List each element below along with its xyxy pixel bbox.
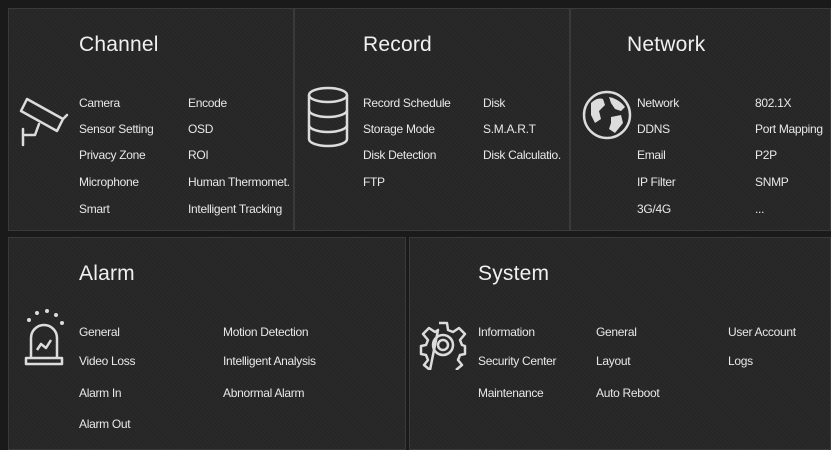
system-item-layout[interactable]: Layout <box>596 354 631 368</box>
database-icon <box>305 85 351 151</box>
alarm-item-video-loss[interactable]: Video Loss <box>79 354 135 368</box>
alarm-item-general[interactable]: General <box>79 325 120 339</box>
system-panel: System Information General User Account … <box>409 237 831 450</box>
record-item-disk[interactable]: Disk <box>483 96 505 110</box>
system-item-user-account[interactable]: User Account <box>728 325 796 339</box>
network-item-8021x[interactable]: 802.1X <box>755 96 792 110</box>
record-item-ftp[interactable]: FTP <box>363 175 385 189</box>
system-item-information[interactable]: Information <box>478 325 535 339</box>
record-panel: Record Record Schedule Disk Storage Mode… <box>294 8 570 231</box>
record-title: Record <box>363 33 432 56</box>
camera-icon <box>17 89 77 149</box>
network-item-port-mapping[interactable]: Port Mapping <box>755 122 823 136</box>
channel-item-sensor-setting[interactable]: Sensor Setting <box>79 122 154 136</box>
network-item-ddns[interactable]: DDNS <box>637 122 670 136</box>
record-item-storage-mode[interactable]: Storage Mode <box>363 122 435 136</box>
globe-icon <box>581 89 633 141</box>
network-item-more[interactable]: ... <box>755 202 764 216</box>
network-item-network[interactable]: Network <box>637 96 679 110</box>
channel-item-privacy-zone[interactable]: Privacy Zone <box>79 148 146 162</box>
channel-item-human-thermometry[interactable]: Human Thermomet. <box>188 175 290 189</box>
record-item-smart[interactable]: S.M.A.R.T <box>483 122 536 136</box>
record-item-disk-detection[interactable]: Disk Detection <box>363 148 436 162</box>
alarm-siren-icon <box>21 306 67 368</box>
record-item-record-schedule[interactable]: Record Schedule <box>363 96 451 110</box>
channel-item-roi[interactable]: ROI <box>188 148 209 162</box>
system-item-logs[interactable]: Logs <box>728 354 753 368</box>
system-item-security-center[interactable]: Security Center <box>478 354 557 368</box>
network-item-snmp[interactable]: SNMP <box>755 175 789 189</box>
channel-item-smart[interactable]: Smart <box>79 202 110 216</box>
alarm-title: Alarm <box>79 262 135 285</box>
alarm-item-abnormal-alarm[interactable]: Abnormal Alarm <box>223 386 304 400</box>
alarm-item-alarm-in[interactable]: Alarm In <box>79 386 122 400</box>
network-item-3g4g[interactable]: 3G/4G <box>637 202 671 216</box>
alarm-panel: Alarm General Motion Detection Video Los <box>8 237 406 450</box>
channel-item-osd[interactable]: OSD <box>188 122 213 136</box>
channel-item-microphone[interactable]: Microphone <box>79 175 139 189</box>
record-item-disk-calculation[interactable]: Disk Calculatio. <box>483 148 561 162</box>
network-panel: Network Network 802.1X DDNS Port Mapping… <box>570 8 831 231</box>
network-item-email[interactable]: Email <box>637 148 666 162</box>
network-item-ip-filter[interactable]: IP Filter <box>637 175 676 189</box>
alarm-item-alarm-out[interactable]: Alarm Out <box>79 417 131 431</box>
channel-item-intelligent-tracking[interactable]: Intelligent Tracking <box>188 202 282 216</box>
system-item-auto-reboot[interactable]: Auto Reboot <box>596 386 660 400</box>
system-title: System <box>478 262 550 285</box>
system-item-maintenance[interactable]: Maintenance <box>478 386 544 400</box>
channel-item-camera[interactable]: Camera <box>79 96 120 110</box>
gear-icon <box>418 320 468 370</box>
channel-item-encode[interactable]: Encode <box>188 96 227 110</box>
network-item-p2p[interactable]: P2P <box>755 148 777 162</box>
system-item-general[interactable]: General <box>596 325 637 339</box>
channel-title: Channel <box>79 33 159 56</box>
network-title: Network <box>627 33 706 56</box>
alarm-item-motion-detection[interactable]: Motion Detection <box>223 325 309 339</box>
channel-panel: Channel Camera Encode Sensor Setting OSD… <box>8 8 294 231</box>
alarm-item-intelligent-analysis[interactable]: Intelligent Analysis <box>223 354 316 368</box>
main-menu-screen: Channel Camera Encode Sensor Setting OSD… <box>0 0 831 450</box>
